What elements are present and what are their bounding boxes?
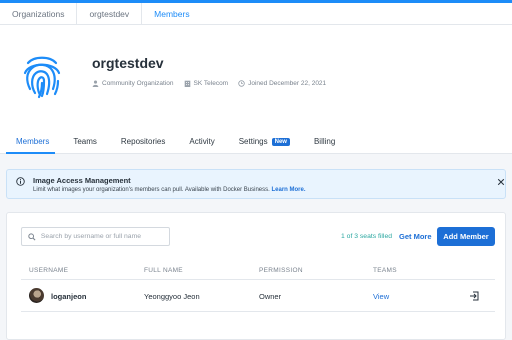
image-access-banner: Image Access Management Limit what image… <box>6 169 506 199</box>
search-input[interactable] <box>40 233 169 240</box>
member-username[interactable]: loganjeon <box>51 292 86 301</box>
banner-body: Limit what images your organization's me… <box>33 187 306 193</box>
banner-text: Limit what images your organization's me… <box>33 187 270 193</box>
tab-members[interactable]: Members <box>0 129 61 154</box>
tab-label: Settings <box>238 137 268 146</box>
org-company-label: SK Telecom <box>193 80 229 87</box>
breadcrumb-org[interactable]: orgtestdev <box>77 3 141 24</box>
org-tabs: Members Teams Repositories Activity Sett… <box>0 129 347 154</box>
member-teams-link[interactable]: View <box>373 292 389 301</box>
column-header-full-name: FULL NAME <box>144 267 183 274</box>
get-more-link[interactable]: Get More <box>399 232 432 241</box>
tab-settings[interactable]: Settings New <box>227 129 302 154</box>
org-type-label: Community Organization <box>102 80 174 87</box>
close-icon[interactable] <box>497 178 505 186</box>
column-header-permission: PERMISSION <box>259 267 303 274</box>
breadcrumb-members[interactable]: Members <box>142 3 201 24</box>
member-permission: Owner <box>259 292 282 301</box>
add-member-button[interactable]: Add Member <box>437 227 495 246</box>
tab-label: Teams <box>73 137 97 146</box>
search-box[interactable] <box>21 227 170 246</box>
info-icon <box>16 177 25 186</box>
seats-status: 1 of 3 seats filled <box>341 233 393 240</box>
leave-icon[interactable] <box>469 291 479 301</box>
table-header-divider <box>21 279 495 280</box>
new-badge: New <box>271 137 290 146</box>
org-company: SK Telecom <box>184 80 229 87</box>
banner-title: Image Access Management <box>33 176 131 185</box>
tab-activity[interactable]: Activity <box>177 129 226 154</box>
org-type: Community Organization <box>92 80 174 87</box>
breadcrumb: Organizations orgtestdev Members <box>0 2 512 25</box>
members-panel: 1 of 3 seats filled Get More Add Member … <box>6 212 506 340</box>
column-header-teams: TEAMS <box>373 267 397 274</box>
org-header: orgtestdev Community Organization SK Tel… <box>0 25 512 154</box>
breadcrumb-organizations[interactable]: Organizations <box>0 3 76 24</box>
user-icon <box>92 80 99 87</box>
building-icon <box>184 80 190 87</box>
learn-more-link[interactable]: Learn More. <box>271 187 305 193</box>
tab-label: Members <box>16 137 50 146</box>
org-joined-label: Joined December 22, 2021 <box>248 80 327 87</box>
fingerprint-icon <box>23 56 61 99</box>
tab-billing[interactable]: Billing <box>302 129 347 154</box>
search-icon <box>28 232 36 241</box>
column-header-username: USERNAME <box>29 267 69 274</box>
org-joined: Joined December 22, 2021 <box>238 80 326 87</box>
clock-icon <box>238 80 245 87</box>
tab-label: Activity <box>189 137 215 146</box>
tab-repositories[interactable]: Repositories <box>109 129 177 154</box>
org-meta: Community Organization SK Telecom Joined… <box>92 80 326 87</box>
org-name: orgtestdev <box>92 55 164 71</box>
member-full-name: Yeonggyoo Jeon <box>144 292 200 301</box>
table-row-divider <box>21 311 495 312</box>
tab-label: Billing <box>313 137 336 146</box>
tab-teams[interactable]: Teams <box>61 129 109 154</box>
avatar <box>29 288 44 303</box>
tab-label: Repositories <box>120 137 166 146</box>
